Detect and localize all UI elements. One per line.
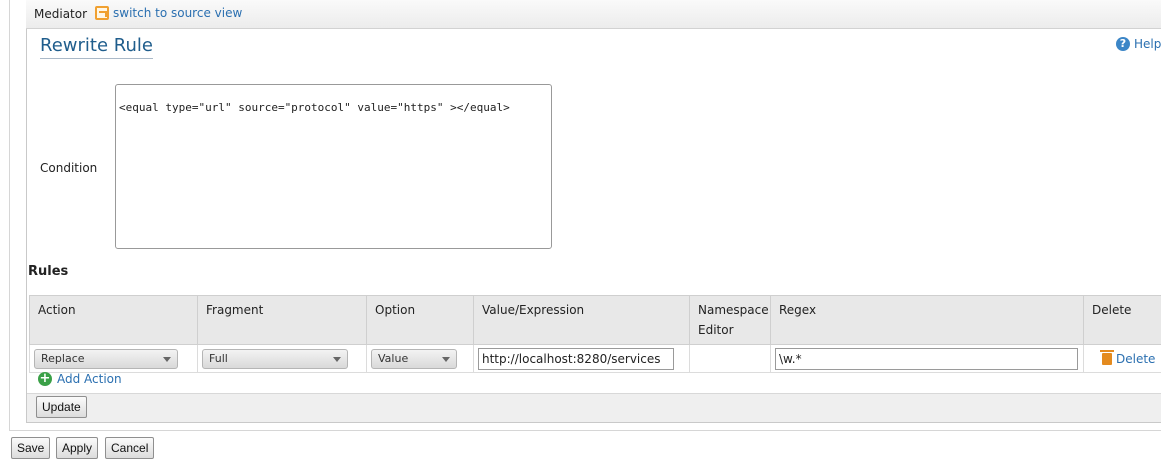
- column-header-value-expression: Value/Expression: [473, 295, 690, 345]
- condition-textarea[interactable]: <equal type="url" source="protocol" valu…: [115, 84, 552, 249]
- column-header-fragment: Fragment: [197, 295, 367, 345]
- table-row: Replace Full Value http://localhost:8280…: [29, 344, 1161, 373]
- delete-label: Delete: [1116, 351, 1156, 366]
- mediator-label: Mediator: [34, 7, 88, 21]
- column-header-namespace-editor: Namespace Editor: [689, 295, 771, 345]
- condition-label: Condition: [40, 161, 98, 175]
- column-header-delete: Delete: [1083, 295, 1161, 345]
- regex-input[interactable]: \w.*: [775, 347, 1078, 370]
- source-view-icon: [95, 6, 109, 20]
- add-action-label: Add Action: [57, 372, 122, 386]
- trash-icon: [1100, 349, 1114, 365]
- column-header-regex: Regex: [770, 295, 1084, 345]
- update-bar: [27, 393, 1161, 422]
- cancel-button[interactable]: Cancel: [105, 437, 155, 459]
- help-label: Help: [1134, 37, 1161, 51]
- delete-rule-button[interactable]: Delete: [1088, 349, 1157, 366]
- help-icon: ?: [1116, 37, 1130, 51]
- column-header-action: Action: [29, 295, 198, 345]
- switch-to-source-link[interactable]: switch to source view: [95, 6, 242, 20]
- save-button[interactable]: Save: [11, 437, 51, 459]
- update-button[interactable]: Update: [36, 396, 87, 418]
- page-title: Rewrite Rule: [40, 35, 153, 59]
- add-action-button[interactable]: + Add Action: [38, 372, 122, 386]
- fragment-select[interactable]: Full: [202, 348, 348, 369]
- outer-border-bottom: [9, 430, 1161, 431]
- namespace-editor-cell[interactable]: [689, 344, 771, 373]
- rules-heading: Rules: [28, 264, 69, 279]
- add-icon: +: [38, 371, 52, 386]
- switch-link-label: switch to source view: [113, 6, 243, 20]
- action-select[interactable]: Replace: [34, 348, 178, 369]
- rules-table: Action Fragment Option Value/Expression …: [29, 295, 1161, 373]
- help-link[interactable]: ? Help: [1116, 37, 1161, 51]
- outer-border: [9, 0, 10, 430]
- option-select[interactable]: Value: [371, 348, 457, 369]
- apply-button[interactable]: Apply: [56, 437, 99, 459]
- value-expression-input[interactable]: http://localhost:8280/services: [478, 347, 674, 370]
- column-header-option: Option: [366, 295, 474, 345]
- rules-header-row: Action Fragment Option Value/Expression …: [29, 295, 1161, 345]
